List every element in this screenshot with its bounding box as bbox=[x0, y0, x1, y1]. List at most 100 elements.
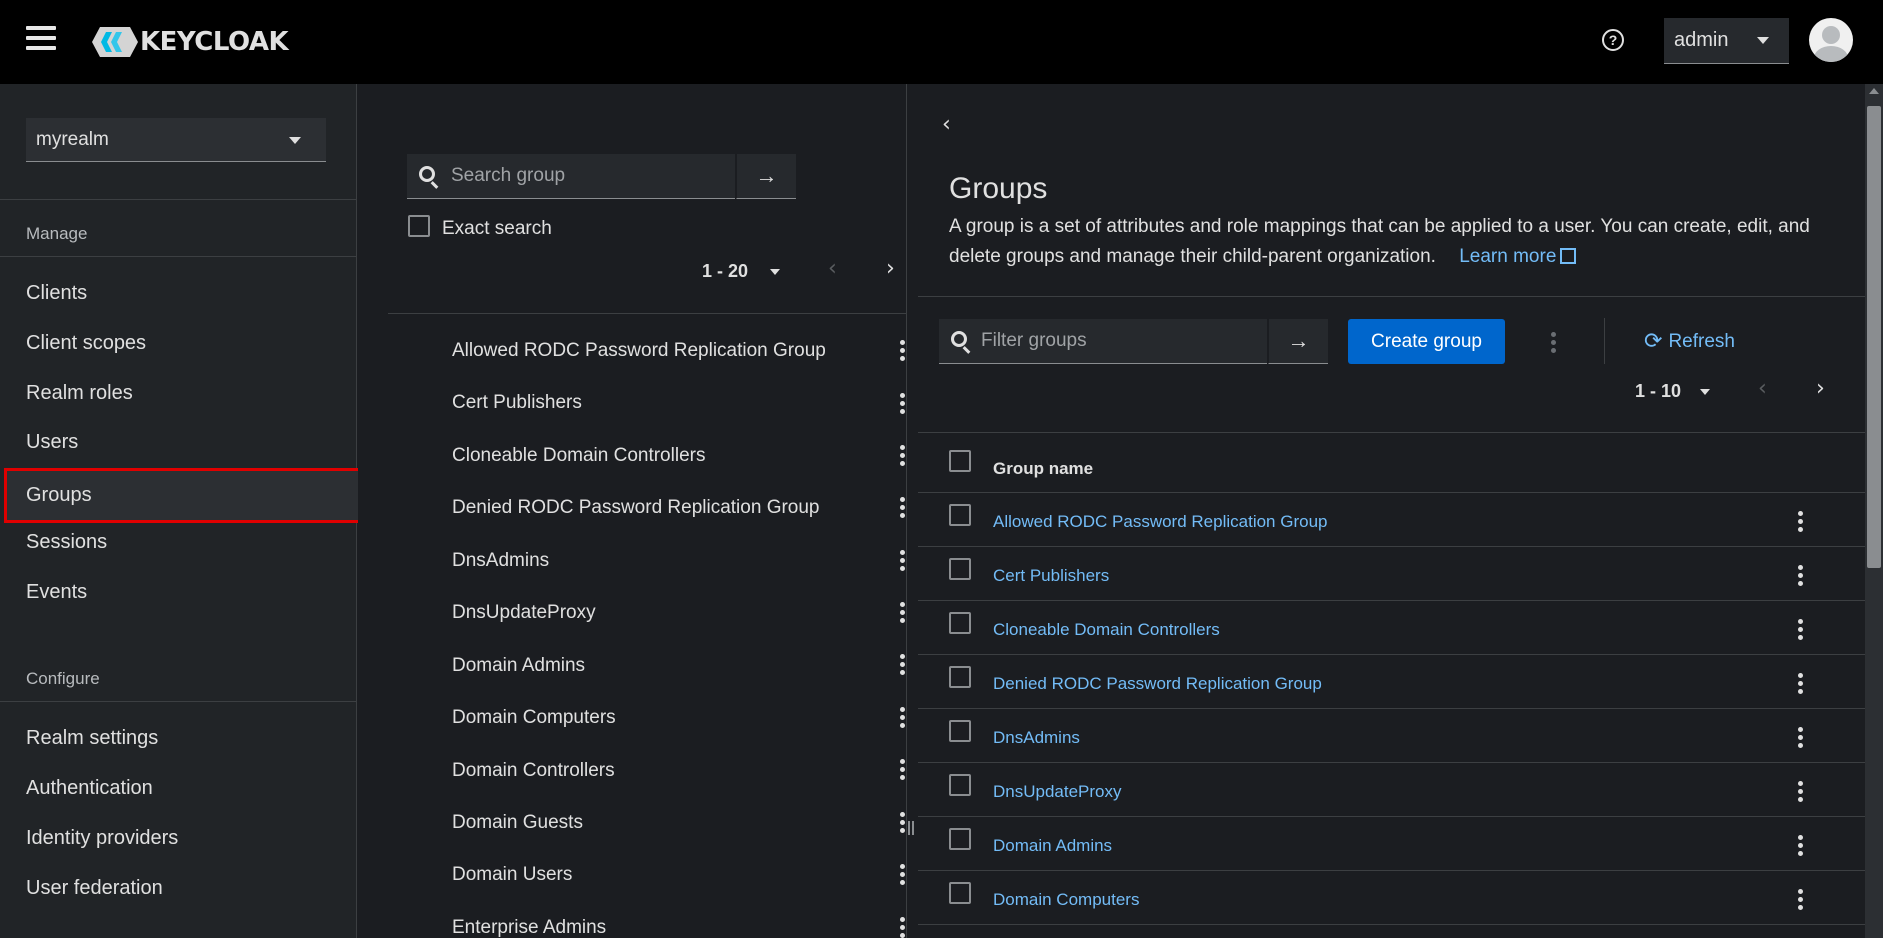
toolbar-separator bbox=[1604, 318, 1605, 364]
exact-search-checkbox[interactable] bbox=[408, 215, 430, 237]
filter-placeholder: Filter groups bbox=[981, 330, 1087, 351]
avatar-icon[interactable] bbox=[1809, 18, 1853, 62]
filter-submit-button[interactable]: → bbox=[1268, 319, 1328, 364]
nav-item-groups[interactable]: Groups bbox=[4, 468, 380, 523]
kebab-icon[interactable] bbox=[1798, 781, 1804, 803]
tree-item[interactable]: Cert Publishers bbox=[452, 392, 582, 414]
group-link[interactable]: Domain Admins bbox=[993, 836, 1112, 856]
collapse-panel-icon[interactable]: ‹ bbox=[942, 112, 951, 137]
row-checkbox[interactable] bbox=[949, 828, 971, 850]
keycloak-logo-icon bbox=[92, 27, 138, 57]
nav-item-sessions[interactable]: Sessions bbox=[26, 531, 107, 554]
group-link[interactable]: Cloneable Domain Controllers bbox=[993, 620, 1220, 640]
chevron-down-icon[interactable] bbox=[770, 269, 780, 275]
tree-item[interactable]: Allowed RODC Password Replication Group bbox=[452, 340, 826, 362]
nav-item-events[interactable]: Events bbox=[26, 581, 87, 604]
nav-item-user-federation[interactable]: User federation bbox=[26, 877, 163, 900]
row-checkbox[interactable] bbox=[949, 774, 971, 796]
row-checkbox[interactable] bbox=[949, 612, 971, 634]
tree-item[interactable]: DnsUpdateProxy bbox=[452, 602, 596, 624]
kebab-icon[interactable] bbox=[1798, 511, 1804, 533]
column-header-group-name[interactable]: Group name bbox=[993, 459, 1093, 479]
divider bbox=[918, 546, 1865, 547]
kebab-icon[interactable] bbox=[1798, 565, 1804, 587]
learn-more-link[interactable]: Learn more bbox=[1459, 246, 1577, 267]
row-checkbox[interactable] bbox=[949, 558, 971, 580]
row-checkbox[interactable] bbox=[949, 666, 971, 688]
refresh-label: Refresh bbox=[1668, 330, 1735, 352]
pagination-range[interactable]: 1 - 10 bbox=[1635, 381, 1681, 402]
pagination-range[interactable]: 1 - 20 bbox=[702, 261, 748, 282]
arrow-right-icon: → bbox=[755, 163, 778, 188]
divider bbox=[0, 199, 357, 200]
group-link[interactable]: Cert Publishers bbox=[993, 566, 1109, 586]
nav-item-realm-roles[interactable]: Realm roles bbox=[26, 382, 133, 405]
divider bbox=[918, 870, 1865, 871]
drag-grip-icon bbox=[908, 821, 914, 835]
scroll-up-icon[interactable] bbox=[1869, 88, 1879, 94]
previous-page-icon[interactable]: ‹ bbox=[1758, 376, 1767, 401]
group-link[interactable]: DnsUpdateProxy bbox=[993, 782, 1122, 802]
create-group-button[interactable]: Create group bbox=[1348, 319, 1505, 364]
divider bbox=[388, 313, 906, 314]
row-checkbox[interactable] bbox=[949, 720, 971, 742]
divider bbox=[918, 600, 1865, 601]
filter-groups-input[interactable]: Filter groups bbox=[939, 319, 1267, 364]
tree-item[interactable]: Cloneable Domain Controllers bbox=[452, 445, 705, 467]
tree-item[interactable]: Domain Controllers bbox=[452, 760, 615, 782]
kebab-icon[interactable] bbox=[1798, 673, 1804, 695]
select-all-checkbox[interactable] bbox=[949, 450, 971, 472]
next-page-icon[interactable]: › bbox=[1816, 376, 1825, 401]
keycloak-logo[interactable]: KEYCLOAK bbox=[92, 24, 289, 60]
nav-item-users[interactable]: Users bbox=[26, 431, 78, 454]
tree-item[interactable]: DnsAdmins bbox=[452, 550, 549, 572]
kebab-icon[interactable] bbox=[1798, 835, 1804, 857]
divider bbox=[918, 924, 1865, 925]
tree-item[interactable]: Denied RODC Password Replication Group bbox=[452, 497, 820, 519]
chevron-down-icon[interactable] bbox=[1700, 389, 1710, 395]
kebab-icon[interactable] bbox=[1798, 619, 1804, 641]
next-page-icon[interactable]: › bbox=[886, 256, 895, 281]
tree-item[interactable]: Domain Admins bbox=[452, 655, 585, 677]
help-icon[interactable]: ? bbox=[1602, 29, 1624, 51]
kebab-icon[interactable] bbox=[1798, 727, 1804, 749]
tree-item[interactable]: Domain Computers bbox=[452, 707, 616, 729]
user-menu-toggle[interactable]: admin bbox=[1664, 18, 1789, 64]
groups-main-panel: ‹ Groups A group is a set of attributes … bbox=[918, 84, 1865, 938]
row-checkbox[interactable] bbox=[949, 882, 971, 904]
scrollbar-thumb[interactable] bbox=[1867, 106, 1881, 568]
realm-selector[interactable]: myrealm bbox=[26, 118, 326, 162]
tree-item[interactable]: Enterprise Admins bbox=[452, 917, 606, 938]
tree-item[interactable]: Domain Users bbox=[452, 864, 572, 886]
kebab-icon[interactable] bbox=[1798, 889, 1804, 911]
divider bbox=[918, 432, 1865, 433]
nav-item-authentication[interactable]: Authentication bbox=[26, 777, 153, 800]
scrollbar[interactable] bbox=[1865, 84, 1883, 938]
group-link[interactable]: Domain Computers bbox=[993, 890, 1139, 910]
kebab-icon[interactable] bbox=[1551, 332, 1557, 354]
group-link[interactable]: DnsAdmins bbox=[993, 728, 1080, 748]
tree-item[interactable]: Domain Guests bbox=[452, 812, 583, 834]
search-group-input[interactable]: Search group bbox=[407, 154, 735, 199]
group-link[interactable]: Allowed RODC Password Replication Group bbox=[993, 512, 1327, 532]
page-description: A group is a set of attributes and role … bbox=[949, 212, 1849, 272]
divider bbox=[918, 816, 1865, 817]
nav-item-identity-providers[interactable]: Identity providers bbox=[26, 827, 178, 850]
page-title: Groups bbox=[949, 172, 1048, 205]
user-name: admin bbox=[1674, 29, 1729, 51]
search-placeholder: Search group bbox=[451, 165, 566, 186]
nav-item-groups-label: Groups bbox=[26, 484, 92, 506]
panel-resize-handle[interactable] bbox=[906, 84, 918, 938]
search-submit-button[interactable]: → bbox=[736, 154, 796, 199]
group-link[interactable]: Denied RODC Password Replication Group bbox=[993, 674, 1322, 694]
learn-more-label: Learn more bbox=[1459, 246, 1557, 267]
nav-item-clients[interactable]: Clients bbox=[26, 282, 87, 305]
nav-item-realm-settings[interactable]: Realm settings bbox=[26, 727, 158, 750]
previous-page-icon[interactable]: ‹ bbox=[828, 256, 837, 281]
nav-item-client-scopes[interactable]: Client scopes bbox=[26, 332, 146, 355]
row-checkbox[interactable] bbox=[949, 504, 971, 526]
refresh-button[interactable]: ⟳ Refresh bbox=[1644, 329, 1735, 354]
refresh-icon: ⟳ bbox=[1644, 329, 1663, 354]
hamburger-icon[interactable] bbox=[26, 26, 56, 52]
group-tree-panel: Search group → Exact search 1 - 20 ‹ › A… bbox=[358, 84, 906, 938]
